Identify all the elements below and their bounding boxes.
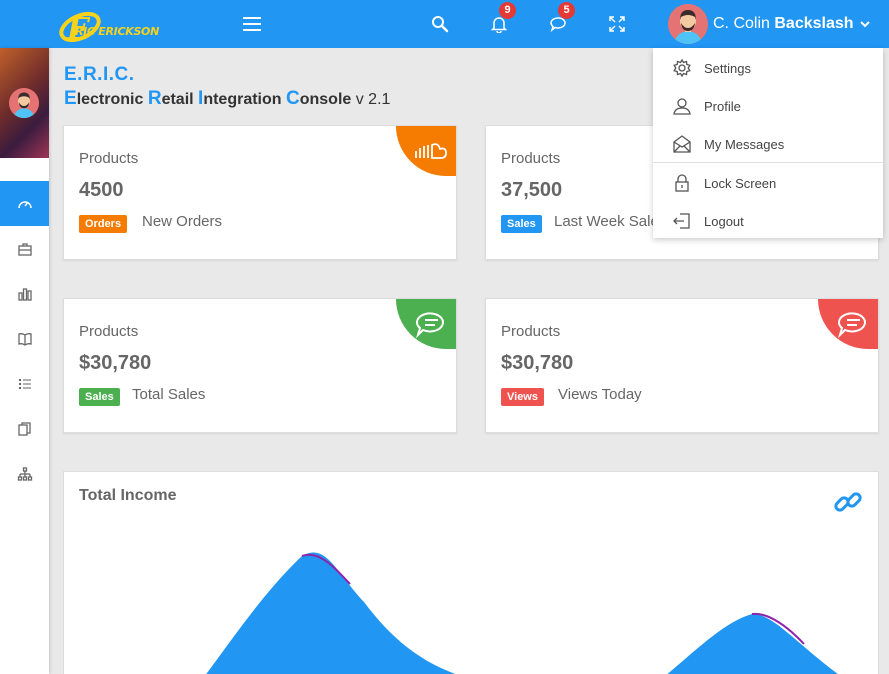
bar-chart-icon: [17, 287, 32, 301]
menu-item-label: My Messages: [704, 136, 785, 152]
card-label: Products: [79, 150, 139, 167]
brand-logo[interactable]: E RIC ERICKSON: [55, 5, 165, 47]
card-corner: [396, 299, 456, 349]
card-tag: Sales: [79, 388, 120, 406]
menu-item-settings[interactable]: Settings: [653, 49, 883, 87]
menu-item-logout[interactable]: Logout: [653, 202, 883, 240]
sidebar: [0, 48, 49, 674]
app-subtitle: Electronic Retail Integration Console v …: [64, 88, 390, 110]
logo-text: RIC ERICKSON: [75, 25, 160, 38]
subtitle-cap-e: E: [64, 88, 77, 109]
subtitle-cap-c: C: [285, 88, 300, 109]
search-icon[interactable]: [428, 12, 452, 36]
app-version: v 2.1: [355, 91, 391, 108]
messages-chat-icon[interactable]: 5: [546, 2, 575, 36]
app-title: E.R.I.C.: [64, 64, 135, 85]
gear-icon: [671, 57, 693, 79]
copy-documents-icon: [17, 421, 31, 436]
card-description: Views Today: [558, 386, 642, 403]
card-value: $30,780: [79, 352, 152, 374]
envelope-open-icon: [671, 133, 693, 155]
user-avatar: [668, 4, 708, 44]
income-area-chart: [206, 552, 839, 674]
hamburger-menu-icon[interactable]: [240, 12, 264, 36]
income-area-series: [667, 614, 839, 674]
book-icon: [17, 332, 32, 346]
menu-item-lock-screen[interactable]: Lock Screen: [653, 164, 883, 202]
card-label: Products: [501, 323, 561, 340]
stat-card-new-orders: Products 4500 Orders New Orders: [63, 125, 457, 260]
sidebar-item-sitemap[interactable]: [0, 451, 49, 496]
sidebar-item-book[interactable]: [0, 316, 49, 361]
income-area-series: [206, 552, 456, 674]
sidebar-item-dashboard[interactable]: [0, 181, 49, 226]
total-income-panel: Total Income: [63, 471, 879, 674]
sidebar-profile-banner: [0, 48, 49, 158]
card-value: 37,500: [501, 179, 563, 201]
sidebar-item-charts[interactable]: [0, 271, 49, 316]
user-last-name: Backslash: [774, 15, 854, 32]
briefcase-icon: [17, 242, 32, 256]
card-corner: [818, 299, 878, 349]
logout-icon: [671, 210, 693, 232]
subtitle-cap-r: R: [147, 88, 162, 109]
subtitle-word: onsole: [299, 91, 352, 108]
chat-icon: [415, 312, 444, 339]
card-value: 4500: [79, 179, 124, 201]
menu-item-label: Logout: [704, 213, 744, 229]
card-tag: Orders: [79, 215, 128, 233]
menu-item-profile[interactable]: Profile: [653, 87, 883, 125]
sitemap-icon: [17, 466, 32, 481]
user-icon: [671, 95, 693, 117]
card-tag: Views: [501, 388, 544, 406]
stat-card-total-sales: Products $30,780 Sales Total Sales: [63, 298, 457, 433]
menu-divider: [653, 162, 883, 163]
chat-icon: [837, 312, 866, 339]
card-label: Products: [79, 323, 139, 340]
card-tag: Sales: [501, 215, 542, 233]
sidebar-item-documents[interactable]: [0, 406, 49, 451]
sidebar-avatar[interactable]: [9, 88, 39, 118]
soundcloud-icon: [415, 143, 447, 159]
menu-item-my-messages[interactable]: My Messages: [653, 125, 883, 163]
user-dropdown-menu: Settings Profile My Messages Lock Screen…: [653, 48, 883, 238]
sidebar-item-briefcase[interactable]: [0, 226, 49, 271]
menu-item-label: Lock Screen: [704, 175, 777, 191]
user-menu-toggle[interactable]: C. Colin Backslash: [668, 4, 870, 44]
messages-badge: 5: [558, 2, 575, 19]
dashboard-gauge-icon: [17, 200, 32, 208]
user-first-name: C. Colin: [713, 15, 770, 32]
sidebar-item-list[interactable]: [0, 361, 49, 406]
menu-item-label: Profile: [704, 98, 741, 114]
user-name: C. Colin Backslash: [713, 15, 854, 33]
notifications-bell-icon[interactable]: 9: [487, 2, 516, 36]
card-corner: [396, 126, 456, 176]
fullscreen-icon[interactable]: [605, 12, 629, 36]
subtitle-word: etail: [161, 91, 199, 108]
card-value: $30,780: [501, 352, 574, 374]
card-description: New Orders: [142, 213, 223, 230]
top-navbar: E RIC ERICKSON 9 5 C. Colin Backslash: [0, 0, 889, 48]
card-description: Total Sales: [132, 386, 206, 403]
lock-icon: [671, 172, 693, 194]
menu-item-label: Settings: [704, 60, 751, 76]
list-icon: [18, 378, 31, 389]
card-description: Last Week Sales: [554, 213, 667, 230]
notifications-badge: 9: [499, 2, 516, 19]
chevron-down-icon: [859, 15, 870, 33]
stat-card-views-today: Products $30,780 Views Views Today: [485, 298, 879, 433]
subtitle-word: lectronic: [76, 91, 148, 108]
card-label: Products: [501, 150, 561, 167]
subtitle-word: ntegration: [203, 91, 286, 108]
